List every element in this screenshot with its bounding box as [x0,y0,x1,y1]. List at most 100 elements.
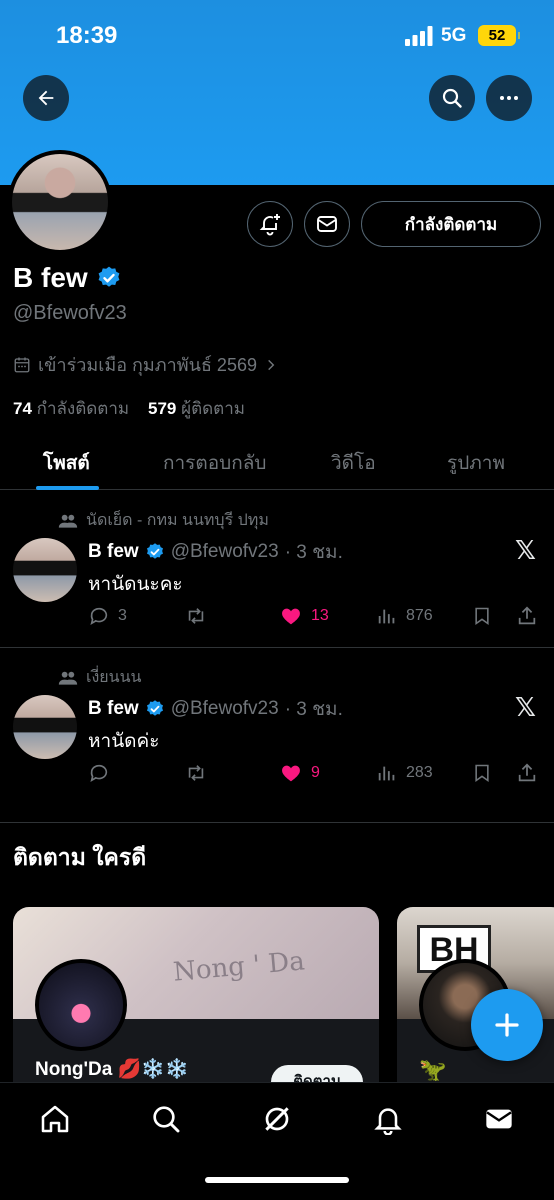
reply-icon [90,607,108,626]
post-context[interactable]: นัดเย็ด - กทม นนทบุรี ปทุม [58,508,269,533]
following-button[interactable]: กำลังติดตาม [361,201,541,247]
post-avatar[interactable] [13,538,77,602]
post-text: หานัดนะคะ [88,574,183,595]
community-icon [58,671,78,685]
who-to-follow-title: ติดตาม ใครดี [13,844,147,870]
verified-badge-icon [146,700,163,716]
chevron-right-icon [268,359,275,370]
post-author-name[interactable]: B few [88,541,139,563]
community-icon [58,514,78,528]
post-author-handle[interactable]: @Bfewofv23 [171,698,279,720]
follow-stats: 74 กำลังติดตาม 579 ผู้ติดตาม [13,395,245,422]
bell-icon [374,1108,402,1135]
post-time: · 3 ชม. [284,699,343,720]
like-count: 9 [311,764,320,781]
post-item[interactable]: นัดเย็ด - กทม นนทบุรี ปทุม B few @Bfewof… [0,491,554,647]
reply-button[interactable] [88,762,118,784]
joined-date-row[interactable]: เข้าร่วมเมือ กุมภาพันธ์ 2569 [13,350,278,379]
tab-photos[interactable]: รูปภาพ [447,448,505,478]
profile-name-row: B few [13,262,122,294]
tab-replies[interactable]: การตอบกลับ [163,448,266,478]
post-time: · 3 ชม. [284,542,343,563]
profile-page: 18:39 5G 52 กำลังติดตาม B few @Bfewofv23… [0,0,554,1200]
followers-stat[interactable]: 579 ผู้ติดตาม [148,399,245,418]
plus-icon [495,1013,519,1037]
share-button[interactable] [516,762,538,784]
repost-button[interactable] [184,762,216,784]
post-text: หานัดค่ะ [88,731,160,752]
post-header: B few @Bfewofv23 · 3 ชม. [88,694,343,724]
share-icon [518,763,536,782]
post-author-name[interactable]: B few [88,698,139,720]
nav-notifications[interactable] [370,1101,406,1137]
arrow-left-icon [38,90,54,106]
repost-button[interactable] [184,605,216,627]
suggestion-card[interactable]: Nong ' Da Nong'Da 💋❄️❄️ ติดตาม [13,907,379,1107]
suggestion-name: Nong'Da 💋❄️❄️ [35,1059,189,1080]
share-icon [518,606,536,625]
post-actions: 9 283 [88,762,543,786]
views-button[interactable]: 876 [376,605,433,627]
grok-icon [265,1107,289,1131]
x-logo-icon: 𝕏 [515,535,536,565]
suggestion-name: 🦖 [419,1057,447,1082]
post-context[interactable]: เงี่ยนนน [58,665,141,690]
followers-label: ผู้ติดตาม [181,399,245,418]
views-icon [378,766,395,781]
reply-count: 3 [118,607,127,624]
post-context-text: เงี่ยนนน [86,669,142,686]
following-stat[interactable]: 74 กำลังติดตาม [13,399,129,418]
search-icon [442,88,462,108]
post-author-handle[interactable]: @Bfewofv23 [171,541,279,563]
post-actions: 3 13 876 [88,605,543,629]
bookmark-button[interactable] [472,605,492,627]
reply-button[interactable]: 3 [88,605,127,627]
profile-avatar[interactable] [8,150,112,254]
nav-home[interactable] [37,1101,73,1137]
status-time: 18:39 [56,22,118,49]
heart-icon [282,608,300,625]
nav-messages[interactable] [481,1101,517,1137]
repost-icon [188,765,204,781]
like-button[interactable]: 13 [279,605,329,627]
post-context-text: นัดเย็ด - กทม นนทบุรี ปทุม [86,512,269,529]
post-divider [0,822,554,823]
suggestion-banner-text: Nong ' Da [171,946,306,988]
mail-icon [486,1109,512,1129]
post-avatar[interactable] [13,695,77,759]
views-button[interactable]: 283 [376,762,433,784]
home-indicator [205,1177,349,1183]
more-horizontal-icon [500,96,518,100]
tab-posts[interactable]: โพสต์ [43,448,90,478]
home-icon [41,1105,69,1133]
x-logo-icon: 𝕏 [515,692,536,722]
nav-search[interactable] [148,1101,184,1137]
repost-icon [188,608,204,624]
nav-grok[interactable] [259,1101,295,1137]
share-button[interactable] [516,605,538,627]
tab-videos[interactable]: วิดีโอ [331,448,376,478]
bookmark-button[interactable] [472,762,492,784]
views-icon [378,609,395,624]
following-label: กำลังติดตาม [36,399,130,418]
view-count: 283 [406,764,433,781]
signal-icon [405,26,433,46]
calendar-icon [14,357,30,372]
battery-indicator: 52 [478,25,520,46]
view-count: 876 [406,607,433,624]
joined-date: เข้าร่วมเมือ กุมภาพันธ์ 2569 [38,355,257,375]
more-button[interactable] [486,75,532,121]
notify-button[interactable] [247,201,293,247]
post-header: B few @Bfewofv23 · 3 ชม. [88,537,343,567]
back-button[interactable] [23,75,69,121]
message-button[interactable] [304,201,350,247]
status-bar: 18:39 5G 52 [0,0,554,70]
followers-count: 579 [148,399,177,418]
like-button[interactable]: 9 [279,762,320,784]
profile-handle: @Bfewofv23 [13,302,127,324]
search-button[interactable] [429,75,475,121]
post-item[interactable]: เงี่ยนนน B few @Bfewofv23 · 3 ชม. 𝕏 หานั… [0,648,554,822]
bookmark-icon [475,764,489,783]
compose-button[interactable] [471,989,543,1061]
like-count: 13 [311,607,329,624]
